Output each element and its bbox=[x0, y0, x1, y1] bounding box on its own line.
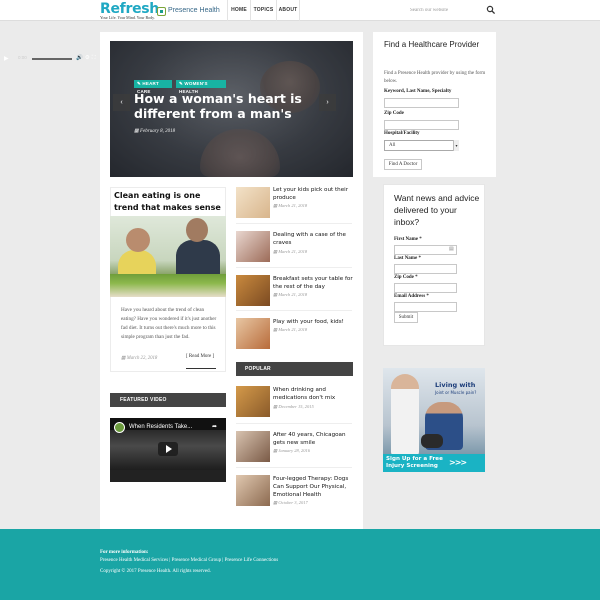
video-title[interactable]: When Residents Take... bbox=[129, 424, 192, 430]
article-title[interactable]: Let your kids pick out their produce bbox=[273, 186, 353, 202]
site-footer bbox=[0, 529, 600, 600]
article-title[interactable]: Breakfast sets your table for the rest o… bbox=[273, 275, 353, 291]
submit-button[interactable]: Submit bbox=[394, 312, 418, 323]
zip-field[interactable] bbox=[384, 120, 459, 130]
keyword-field[interactable] bbox=[384, 98, 459, 108]
presence-logo-icon bbox=[157, 7, 166, 16]
article-date: ▦ December 15, 2015 bbox=[273, 404, 314, 409]
play-icon[interactable]: ▶ bbox=[4, 55, 9, 62]
logo-tagline: Your Life. Your Mind. Your Body. bbox=[100, 15, 155, 20]
article-title[interactable]: After 40 years, Chicagoan gets new smile bbox=[273, 431, 353, 447]
video-progress-bar[interactable] bbox=[32, 58, 72, 60]
footer-links[interactable]: Presence Health Medical Services | Prese… bbox=[100, 558, 278, 563]
article-date: ▦ March 21, 2018 bbox=[273, 203, 308, 208]
ad-cta-text[interactable]: Sign Up for a Free Injury Screening bbox=[386, 456, 450, 469]
video-player[interactable]: When Residents Take... ➦ bbox=[110, 418, 226, 482]
footer-copyright: Copyright © 2017 Presence Health. All ri… bbox=[100, 569, 211, 574]
image-figure bbox=[186, 218, 208, 242]
slider-next-button[interactable]: › bbox=[319, 94, 336, 111]
hospital-select[interactable]: All bbox=[384, 140, 459, 151]
zip-code-label: Zip Code * bbox=[394, 275, 418, 280]
divider bbox=[236, 423, 352, 424]
slider-prev-button[interactable]: ‹ bbox=[113, 94, 130, 111]
tag-womens-health[interactable]: ✎ WOMEN'S HEALTH bbox=[176, 80, 226, 94]
ad-headline: Living with bbox=[435, 381, 476, 389]
find-provider-intro: Find a Presence Health provider by using… bbox=[384, 71, 486, 84]
hero-date: ▦ February 8, 2018 bbox=[134, 129, 176, 134]
divider bbox=[236, 310, 352, 311]
article-thumbnail[interactable] bbox=[236, 275, 270, 306]
image-vegetables bbox=[110, 274, 226, 297]
site-header bbox=[0, 0, 600, 21]
search-input[interactable] bbox=[410, 4, 486, 16]
arrows-icon: >>> bbox=[449, 458, 467, 467]
ad-image-knee-brace bbox=[421, 434, 443, 448]
contact-card-icon: ▤ bbox=[449, 246, 454, 252]
article-title[interactable]: When drinking and medications don't mix bbox=[273, 386, 353, 402]
hero-title[interactable]: How a woman's heart is different from a … bbox=[134, 91, 314, 121]
article-date: ▦ October 3, 2017 bbox=[273, 500, 308, 505]
divider bbox=[236, 467, 352, 468]
video-controls-bar bbox=[110, 470, 226, 482]
injury-screening-ad[interactable]: Living with Joint or Muscle pain? Sign U… bbox=[383, 368, 485, 472]
article-title[interactable]: Dealing with a case of the craves bbox=[273, 231, 353, 247]
video-play-overlay-button[interactable] bbox=[158, 442, 178, 456]
zip-code-field[interactable] bbox=[394, 283, 457, 293]
article-thumbnail[interactable] bbox=[236, 386, 270, 417]
featured-article-image[interactable] bbox=[110, 216, 226, 297]
popular-label: POPULAR bbox=[245, 366, 271, 372]
article-thumbnail[interactable] bbox=[236, 187, 270, 218]
find-doctor-button[interactable]: Find A Doctor bbox=[384, 159, 422, 170]
ad-subheadline: Joint or Muscle pain? bbox=[435, 390, 477, 395]
article-date: ▦ March 21, 2018 bbox=[273, 327, 308, 332]
first-name-label: First Name * bbox=[394, 237, 422, 242]
article-date: ▦ March 21, 2018 bbox=[273, 249, 308, 254]
last-name-label: Last Name * bbox=[394, 256, 421, 261]
search-icon[interactable] bbox=[486, 5, 496, 15]
divider bbox=[236, 223, 352, 224]
read-more-link[interactable]: [ Read More ] bbox=[186, 354, 214, 359]
featured-article-excerpt: Have you heard about the trend of clean … bbox=[121, 307, 217, 340]
article-title[interactable]: Four-legged Therapy: Dogs Can Support Ou… bbox=[273, 475, 353, 499]
article-thumbnail[interactable] bbox=[236, 475, 270, 506]
article-date: ▦ January 28, 2016 bbox=[273, 448, 311, 453]
article-thumbnail[interactable] bbox=[236, 318, 270, 349]
zip-label: Zip Code bbox=[384, 111, 404, 116]
nav-home[interactable]: HOME bbox=[227, 0, 251, 21]
image-figure bbox=[126, 228, 150, 252]
article-thumbnail[interactable] bbox=[236, 231, 270, 262]
nav-topics[interactable]: TOPICS bbox=[251, 0, 277, 21]
ad-image-doctor bbox=[391, 374, 419, 456]
article-date: ▦ March 21, 2018 bbox=[273, 292, 308, 297]
first-name-field[interactable] bbox=[394, 245, 457, 255]
share-icon[interactable]: ➦ bbox=[212, 423, 217, 430]
hospital-label: Hospital/Facility bbox=[384, 131, 420, 136]
last-name-field[interactable] bbox=[394, 264, 457, 274]
newsletter-title: Want news and advice delivered to your i… bbox=[394, 193, 480, 227]
featured-video-label: FEATURED VIDEO bbox=[120, 397, 167, 403]
article-title[interactable]: Play with your food, kids! bbox=[273, 318, 353, 326]
read-more-underline bbox=[186, 368, 216, 369]
email-field[interactable] bbox=[394, 302, 457, 312]
divider bbox=[236, 267, 352, 268]
video-time: 0:00 bbox=[18, 55, 27, 60]
featured-article-title[interactable]: Clean eating is one trend that makes sen… bbox=[114, 190, 224, 214]
footer-heading: For more information: bbox=[100, 550, 149, 555]
email-label: Email Address * bbox=[394, 294, 429, 299]
tag-heart-care[interactable]: ✎ HEART CARE bbox=[134, 80, 172, 94]
featured-article-date: ▦ March 22, 2018 bbox=[121, 356, 158, 361]
video-control-icons[interactable]: 🔊⚙⛶ bbox=[76, 55, 98, 62]
chevron-down-icon[interactable]: ▾ bbox=[453, 140, 459, 151]
channel-logo-icon[interactable] bbox=[114, 422, 125, 433]
article-thumbnail[interactable] bbox=[236, 431, 270, 462]
nav-about[interactable]: ABOUT bbox=[277, 0, 300, 21]
find-provider-title: Find a Healthcare Provider bbox=[384, 40, 480, 49]
keyword-label: Keyword, Last Name, Specialty bbox=[384, 89, 452, 94]
presence-brand[interactable]: Presence Health bbox=[168, 7, 220, 14]
